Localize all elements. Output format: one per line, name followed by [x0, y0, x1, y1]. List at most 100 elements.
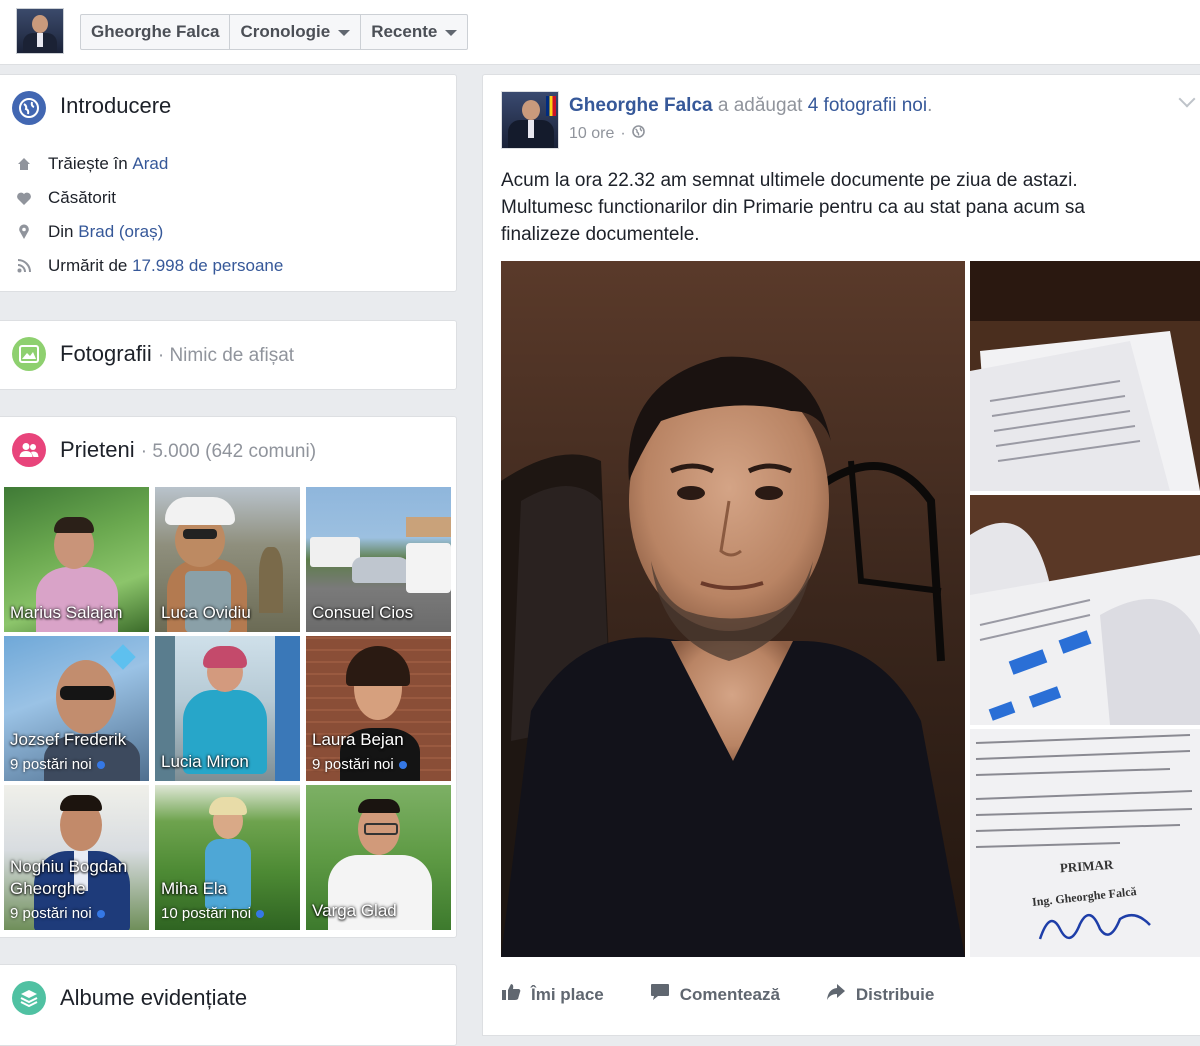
intro-title: Introducere	[60, 93, 172, 118]
friend-tile[interactable]: Marius Salajan	[4, 487, 149, 632]
documents-photo	[970, 261, 1200, 491]
heart-icon	[14, 191, 34, 206]
rss-icon	[14, 259, 34, 273]
intro-text: Urmărit de	[48, 256, 128, 275]
friends-icon	[12, 433, 46, 467]
friend-tile[interactable]: Noghiu Bogdan Gheorghe 9 postări noi	[4, 785, 149, 930]
friend-new-posts: 9 postări noi	[10, 905, 105, 922]
intro-row-from: Din Brad (oraș)	[14, 219, 163, 245]
post-photo-documents-1[interactable]	[970, 261, 1200, 491]
post-actions: Îmi place Comentează Distribuie	[501, 983, 934, 1006]
intro-link-arad[interactable]: Arad	[132, 154, 168, 174]
intro-link-brad[interactable]: Brad (oraș)	[78, 222, 163, 242]
friend-new-posts: 9 postări noi	[10, 756, 105, 773]
friend-name: Luca Ovidiu	[161, 603, 251, 622]
post-action-text: a adăugat	[712, 95, 808, 116]
profile-avatar[interactable]	[16, 8, 64, 54]
friend-posts-count: 9 postări noi	[312, 756, 394, 773]
friend-tile[interactable]: Luca Ovidiu	[155, 487, 300, 632]
share-label: Distribuie	[855, 984, 935, 1004]
intro-text: Căsătorit	[48, 188, 117, 207]
like-label: Îmi place	[531, 984, 604, 1004]
photos-subtitle: · Nimic de afișat	[157, 345, 295, 366]
globe-icon[interactable]	[631, 125, 645, 143]
post-photos-link[interactable]: 4 fotografii noi	[808, 95, 927, 116]
intro-row-married: Căsătorit	[14, 185, 116, 211]
thumbs-up-icon	[501, 983, 521, 1006]
intro-card: Introducere Trăiește în Arad Căsătorit D…	[0, 74, 457, 292]
friend-tile[interactable]: Miha Ela 10 postări noi	[155, 785, 300, 930]
unread-dot-icon	[96, 760, 105, 769]
friend-new-posts: 10 postări noi	[161, 905, 265, 922]
profile-nav: Gheorghe Falca Cronologie Recente	[80, 14, 469, 50]
top-bar: Gheorghe Falca Cronologie Recente	[0, 0, 1200, 65]
post-photo-signed-document[interactable]: PRIMAR Ing. Gheorghe Falcă	[970, 729, 1200, 957]
photos-title-text: Fotografii	[60, 341, 152, 366]
post-timestamp[interactable]: 10 ore	[569, 125, 614, 143]
caret-down-icon	[445, 30, 458, 36]
signed-document-photo: PRIMAR Ing. Gheorghe Falcă	[970, 729, 1200, 957]
friends-title[interactable]: Prieteni · 5.000 (642 comuni)	[60, 437, 316, 463]
unread-dot-icon	[398, 760, 407, 769]
friend-tile[interactable]: Consuel Cios	[306, 487, 451, 632]
intro-row-lives: Trăiește în Arad	[14, 151, 168, 177]
post-photo-documents-2[interactable]	[970, 495, 1200, 725]
friend-tile[interactable]: Varga Glad	[306, 785, 451, 930]
friend-tile[interactable]: Laura Bejan 9 postări noi	[306, 636, 451, 781]
friend-tile[interactable]: Lucia Miron	[155, 636, 300, 781]
friend-name: Varga Glad	[312, 901, 397, 920]
friend-posts-count: 10 postări noi	[161, 905, 252, 922]
friends-grid: Marius Salajan Luca Ovidiu Consuel Cios	[4, 487, 452, 930]
friend-posts-count: 9 postări noi	[10, 756, 92, 773]
caret-down-icon	[338, 30, 351, 36]
albums-title[interactable]: Albume evidențiate	[60, 985, 247, 1011]
post-author-avatar[interactable]	[501, 91, 559, 149]
friend-name: Laura Bejan	[312, 730, 404, 749]
post-text: Acum la ora 22.32 am semnat ultimele doc…	[501, 170, 1085, 245]
tab-label: Cronologie	[240, 22, 331, 41]
post-author-name[interactable]: Gheorghe Falca	[569, 95, 713, 116]
unread-dot-icon	[96, 909, 105, 918]
photos-card: Fotografii · Nimic de afișat	[0, 320, 457, 390]
photos-title[interactable]: Fotografii · Nimic de afișat	[60, 341, 294, 367]
intro-row-followers: Urmărit de 17.998 de persoane	[14, 253, 283, 279]
tab-label: Gheorghe Falca	[91, 22, 220, 41]
friend-name: Jozsef Frederik	[10, 730, 127, 749]
post-header: Gheorghe Falca a adăugat 4 fotografii no…	[569, 95, 932, 117]
like-button[interactable]: Îmi place	[501, 983, 604, 1006]
comment-label: Comentează	[679, 984, 780, 1004]
tab-timeline[interactable]: Cronologie	[230, 15, 362, 49]
globe-icon	[12, 91, 46, 125]
tab-recent[interactable]: Recente	[361, 15, 467, 49]
friend-posts-count: 9 postări noi	[10, 905, 92, 922]
friend-name: Miha Ela	[161, 879, 228, 898]
selfie-photo	[501, 261, 965, 957]
friend-name: Noghiu Bogdan Gheorghe	[10, 857, 128, 898]
friends-subtitle: · 5.000 (642 comuni)	[140, 441, 317, 462]
albums-icon	[12, 981, 46, 1015]
tab-label: Recente	[371, 22, 438, 41]
feed-post: Gheorghe Falca a adăugat 4 fotografii no…	[482, 74, 1200, 1036]
location-pin-icon	[14, 224, 34, 240]
comment-button[interactable]: Comentează	[650, 983, 780, 1006]
share-button[interactable]: Distribuie	[826, 983, 934, 1006]
intro-link-followers[interactable]: 17.998 de persoane	[132, 256, 283, 276]
albums-card: Albume evidențiate	[0, 964, 457, 1046]
post-options-chevron-icon[interactable]	[1178, 90, 1196, 108]
friend-tile[interactable]: Jozsef Frederik 9 postări noi	[4, 636, 149, 781]
intro-text: Trăiește în	[48, 154, 128, 173]
post-meta: 10 ore ·	[569, 125, 645, 143]
post-photo-main[interactable]	[501, 261, 965, 957]
tab-profile-name[interactable]: Gheorghe Falca	[81, 15, 231, 49]
comment-icon	[650, 983, 670, 1006]
documents-photo	[970, 495, 1200, 725]
share-icon	[826, 983, 846, 1006]
friends-card: Prieteni · 5.000 (642 comuni) Marius Sal…	[0, 416, 457, 938]
friend-name: Consuel Cios	[312, 603, 414, 622]
post-action-end: .	[927, 95, 933, 116]
friends-title-text: Prieteni	[60, 437, 135, 462]
friend-new-posts: 9 postări noi	[312, 756, 407, 773]
meta-separator: ·	[620, 125, 626, 142]
friend-name: Lucia Miron	[161, 752, 249, 771]
friend-name: Marius Salajan	[10, 603, 123, 622]
